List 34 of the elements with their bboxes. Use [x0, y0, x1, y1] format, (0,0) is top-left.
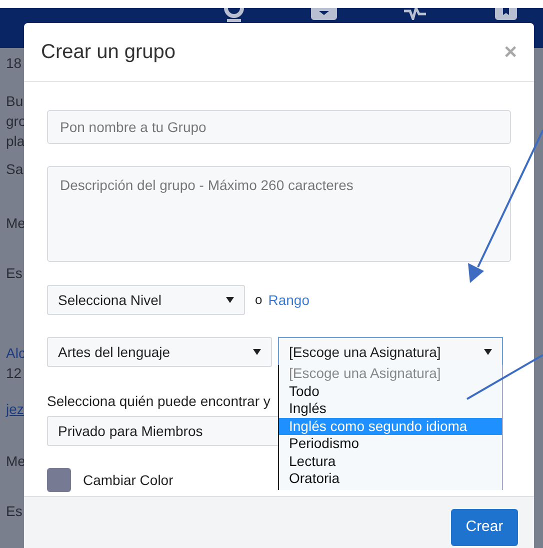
- pulse-icon[interactable]: [403, 8, 427, 20]
- visibility-select[interactable]: Privado para Miembros: [47, 416, 278, 446]
- caret-icon: [253, 349, 261, 355]
- background-text: Bu: [6, 92, 24, 110]
- subject-area-select[interactable]: Artes del lenguaje: [47, 337, 272, 367]
- color-swatch[interactable]: [47, 468, 71, 492]
- bookmark-icon[interactable]: [495, 8, 517, 20]
- level-select[interactable]: Selecciona Nivel: [47, 285, 245, 315]
- background-text: Me: [6, 214, 26, 232]
- background-text: 18: [6, 54, 22, 72]
- inbox-icon[interactable]: [311, 8, 337, 20]
- dropdown-option[interactable]: Inglés: [279, 400, 502, 418]
- dropdown-option[interactable]: Oratoria: [279, 470, 502, 488]
- or-text: o: [255, 291, 262, 310]
- range-link[interactable]: Rango: [268, 290, 310, 310]
- dropdown-option[interactable]: Lectura: [279, 452, 502, 470]
- dropdown-option[interactable]: Todo: [279, 382, 502, 400]
- background-text: 12: [6, 364, 22, 382]
- create-button[interactable]: Crear: [451, 509, 518, 546]
- subject-select[interactable]: [Escoge una Asignatura]: [278, 337, 503, 367]
- background-text: Es: [6, 502, 22, 520]
- visibility-label: Selecciona quién puede encontrar y: [47, 392, 272, 411]
- webcam-icon[interactable]: [222, 8, 246, 22]
- change-color-label: Cambiar Color: [83, 470, 174, 490]
- background-text: Es: [6, 264, 22, 282]
- caret-icon: [226, 297, 234, 303]
- dropdown-option[interactable]: Periodismo: [279, 435, 502, 452]
- background-text: pla: [6, 132, 25, 150]
- description-field[interactable]: Descripción del grupo - Máximo 260 caracteres: [47, 166, 511, 262]
- caret-icon: [484, 349, 492, 355]
- background-text: Me: [6, 452, 26, 470]
- dialog-title: Crear un grupo: [41, 40, 176, 65]
- name-field[interactable]: Pon nombre a tu Grupo: [47, 110, 511, 144]
- background-text: Sa: [6, 160, 24, 178]
